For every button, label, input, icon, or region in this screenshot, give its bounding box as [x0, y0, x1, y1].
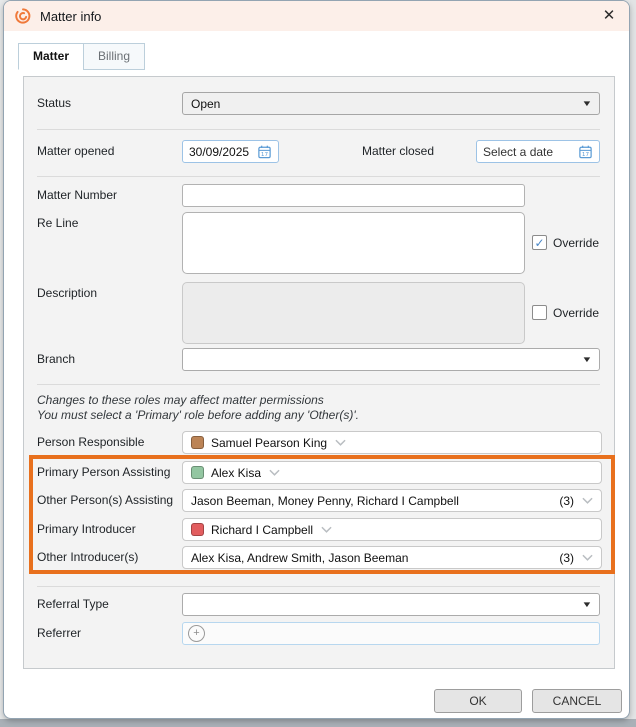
- chevron-down-icon: [269, 469, 280, 476]
- person-responsible-combo[interactable]: Samuel Pearson King: [182, 431, 602, 454]
- primary-person-assisting-label: Primary Person Assisting: [37, 465, 170, 479]
- referrer-label: Referrer: [37, 626, 81, 640]
- description-override-checkbox[interactable]: Override: [532, 305, 599, 320]
- re-line-override-checkbox[interactable]: ✓ Override: [532, 235, 599, 250]
- tab-billing[interactable]: Billing: [83, 43, 145, 70]
- other-persons-assisting-combo[interactable]: Jason Beeman, Money Penny, Richard I Cam…: [182, 489, 602, 512]
- referral-type-label: Referral Type: [37, 597, 109, 611]
- matter-info-dialog: Matter info ✕ Matter Billing Status Open…: [3, 0, 630, 719]
- cancel-button[interactable]: CANCEL: [532, 689, 622, 713]
- referral-type-select[interactable]: ▼: [182, 593, 600, 616]
- chevron-down-icon: ▼: [581, 600, 592, 609]
- branch-select[interactable]: ▼: [182, 348, 600, 371]
- matter-opened-value: 30/09/2025: [189, 145, 249, 159]
- chevron-down-icon: ▼: [581, 99, 592, 108]
- roles-notice-line1: Changes to these roles may affect matter…: [37, 393, 324, 407]
- description-textarea: [182, 282, 525, 344]
- person-color-swatch: [191, 466, 204, 479]
- override-label: Override: [553, 236, 599, 250]
- matter-form-panel: Status Open ▼ Matter opened 30/09/2025 1…: [23, 76, 615, 669]
- override-label: Override: [553, 306, 599, 320]
- primary-person-assisting-combo[interactable]: Alex Kisa: [182, 461, 602, 484]
- primary-introducer-combo[interactable]: Richard I Campbell: [182, 518, 602, 541]
- other-introducers-value: Alex Kisa, Andrew Smith, Jason Beeman: [191, 551, 408, 565]
- matter-closed-placeholder: Select a date: [483, 145, 553, 159]
- person-color-swatch: [191, 436, 204, 449]
- primary-introducer-label: Primary Introducer: [37, 522, 136, 536]
- chevron-down-icon: ▼: [581, 355, 592, 364]
- matter-number-label: Matter Number: [37, 188, 117, 202]
- description-label: Description: [37, 286, 97, 300]
- roles-notice-line2: You must select a 'Primary' role before …: [37, 408, 359, 422]
- person-color-swatch: [191, 523, 204, 536]
- calendar-icon[interactable]: 17: [257, 144, 272, 159]
- divider: [37, 384, 600, 385]
- re-line-textarea[interactable]: [182, 212, 525, 274]
- check-icon[interactable]: [532, 305, 547, 320]
- primary-introducer-value: Richard I Campbell: [211, 523, 313, 537]
- svg-text:17: 17: [582, 152, 590, 158]
- plus-icon[interactable]: +: [188, 625, 205, 642]
- close-icon[interactable]: ✕: [599, 6, 619, 26]
- re-line-label: Re Line: [37, 216, 78, 230]
- status-select[interactable]: Open ▼: [182, 92, 600, 115]
- person-responsible-value: Samuel Pearson King: [211, 436, 327, 450]
- chevron-down-icon: [582, 554, 593, 561]
- background-window-sliver: [630, 0, 636, 719]
- chevron-down-icon: [582, 497, 593, 504]
- status-label: Status: [37, 96, 71, 110]
- divider: [37, 129, 600, 130]
- referrer-field: +: [182, 622, 600, 645]
- matter-opened-datefield[interactable]: 30/09/2025 17: [182, 140, 279, 163]
- branch-label: Branch: [37, 352, 75, 366]
- chevron-down-icon: [321, 526, 332, 533]
- smokeball-logo-icon: [14, 7, 32, 25]
- dialog-titlebar: Matter info ✕: [4, 1, 629, 31]
- person-responsible-label: Person Responsible: [37, 435, 144, 449]
- other-introducers-label: Other Introducer(s): [37, 550, 138, 564]
- ok-button[interactable]: OK: [434, 689, 522, 713]
- svg-text:17: 17: [261, 152, 269, 158]
- selection-count: (3): [559, 494, 574, 508]
- other-introducers-combo[interactable]: Alex Kisa, Andrew Smith, Jason Beeman (3…: [182, 546, 602, 569]
- calendar-icon[interactable]: 17: [578, 144, 593, 159]
- dialog-title: Matter info: [40, 9, 101, 24]
- selection-count: (3): [559, 551, 574, 565]
- check-icon[interactable]: ✓: [532, 235, 547, 250]
- divider: [37, 176, 600, 177]
- matter-closed-label: Matter closed: [362, 144, 434, 158]
- other-persons-assisting-label: Other Person(s) Assisting: [37, 493, 173, 507]
- primary-person-assisting-value: Alex Kisa: [211, 466, 261, 480]
- matter-opened-label: Matter opened: [37, 144, 114, 158]
- tab-matter[interactable]: Matter: [18, 43, 84, 70]
- tab-bar: Matter Billing: [18, 43, 145, 70]
- matter-closed-datefield[interactable]: Select a date 17: [476, 140, 600, 163]
- status-value: Open: [191, 97, 220, 111]
- other-persons-assisting-value: Jason Beeman, Money Penny, Richard I Cam…: [191, 494, 459, 508]
- background-window-edge: [0, 719, 636, 727]
- matter-number-input[interactable]: [182, 184, 525, 207]
- divider: [37, 586, 600, 587]
- chevron-down-icon: [335, 439, 346, 446]
